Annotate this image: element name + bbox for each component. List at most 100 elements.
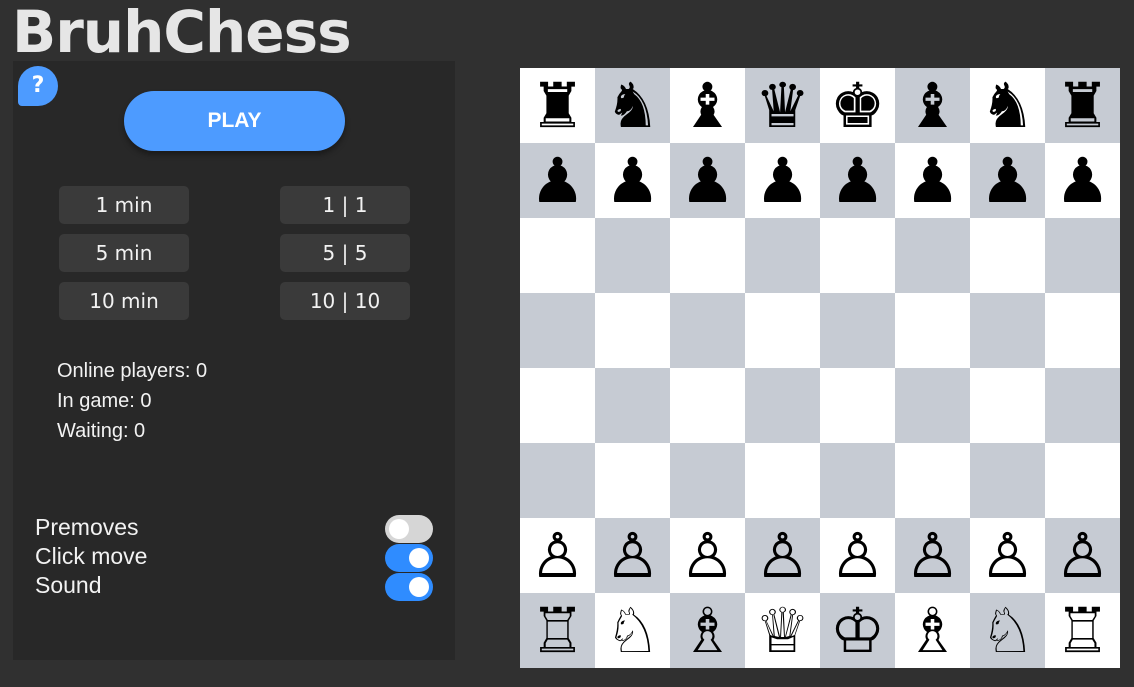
- square-c8[interactable]: ♝: [670, 68, 745, 143]
- square-a3[interactable]: [520, 443, 595, 518]
- square-a2[interactable]: ♙: [520, 518, 595, 593]
- square-f8[interactable]: ♝: [895, 68, 970, 143]
- square-c4[interactable]: [670, 368, 745, 443]
- white-queen-icon[interactable]: ♕: [745, 593, 820, 668]
- square-h2[interactable]: ♙: [1045, 518, 1120, 593]
- square-g8[interactable]: ♞: [970, 68, 1045, 143]
- black-rook-icon[interactable]: ♜: [1045, 68, 1120, 143]
- square-g3[interactable]: [970, 443, 1045, 518]
- white-pawn-icon[interactable]: ♙: [895, 518, 970, 593]
- square-h6[interactable]: [1045, 218, 1120, 293]
- black-bishop-icon[interactable]: ♝: [895, 68, 970, 143]
- play-button[interactable]: PLAY: [124, 91, 345, 151]
- white-pawn-icon[interactable]: ♙: [1045, 518, 1120, 593]
- square-g7[interactable]: ♟: [970, 143, 1045, 218]
- square-d3[interactable]: [745, 443, 820, 518]
- black-rook-icon[interactable]: ♜: [520, 68, 595, 143]
- square-a7[interactable]: ♟: [520, 143, 595, 218]
- black-pawn-icon[interactable]: ♟: [895, 143, 970, 218]
- square-g5[interactable]: [970, 293, 1045, 368]
- square-g2[interactable]: ♙: [970, 518, 1045, 593]
- square-a1[interactable]: ♖: [520, 593, 595, 668]
- square-d8[interactable]: ♛: [745, 68, 820, 143]
- square-h4[interactable]: [1045, 368, 1120, 443]
- black-pawn-icon[interactable]: ♟: [820, 143, 895, 218]
- black-bishop-icon[interactable]: ♝: [670, 68, 745, 143]
- square-e6[interactable]: [820, 218, 895, 293]
- white-knight-icon[interactable]: ♘: [970, 593, 1045, 668]
- square-h8[interactable]: ♜: [1045, 68, 1120, 143]
- white-knight-icon[interactable]: ♘: [595, 593, 670, 668]
- square-c7[interactable]: ♟: [670, 143, 745, 218]
- square-a4[interactable]: [520, 368, 595, 443]
- square-e2[interactable]: ♙: [820, 518, 895, 593]
- square-f2[interactable]: ♙: [895, 518, 970, 593]
- sound-toggle[interactable]: [385, 573, 433, 601]
- white-bishop-icon[interactable]: ♗: [895, 593, 970, 668]
- white-pawn-icon[interactable]: ♙: [670, 518, 745, 593]
- square-h3[interactable]: [1045, 443, 1120, 518]
- time-control-1-1-button[interactable]: 1 | 1: [280, 186, 410, 224]
- square-b6[interactable]: [595, 218, 670, 293]
- black-queen-icon[interactable]: ♛: [745, 68, 820, 143]
- square-e4[interactable]: [820, 368, 895, 443]
- black-pawn-icon[interactable]: ♟: [970, 143, 1045, 218]
- square-f3[interactable]: [895, 443, 970, 518]
- square-f1[interactable]: ♗: [895, 593, 970, 668]
- square-b2[interactable]: ♙: [595, 518, 670, 593]
- square-d5[interactable]: [745, 293, 820, 368]
- square-e3[interactable]: [820, 443, 895, 518]
- click-move-toggle[interactable]: [385, 544, 433, 572]
- square-e5[interactable]: [820, 293, 895, 368]
- square-h1[interactable]: ♖: [1045, 593, 1120, 668]
- square-a8[interactable]: ♜: [520, 68, 595, 143]
- square-a6[interactable]: [520, 218, 595, 293]
- square-f4[interactable]: [895, 368, 970, 443]
- white-pawn-icon[interactable]: ♙: [970, 518, 1045, 593]
- square-b1[interactable]: ♘: [595, 593, 670, 668]
- square-c5[interactable]: [670, 293, 745, 368]
- help-button[interactable]: ?: [18, 66, 58, 106]
- square-d2[interactable]: ♙: [745, 518, 820, 593]
- black-pawn-icon[interactable]: ♟: [1045, 143, 1120, 218]
- black-pawn-icon[interactable]: ♟: [745, 143, 820, 218]
- square-h7[interactable]: ♟: [1045, 143, 1120, 218]
- white-pawn-icon[interactable]: ♙: [520, 518, 595, 593]
- square-e8[interactable]: ♚: [820, 68, 895, 143]
- premoves-toggle[interactable]: [385, 515, 433, 543]
- white-bishop-icon[interactable]: ♗: [670, 593, 745, 668]
- white-rook-icon[interactable]: ♖: [1045, 593, 1120, 668]
- square-g6[interactable]: [970, 218, 1045, 293]
- square-f6[interactable]: [895, 218, 970, 293]
- square-g4[interactable]: [970, 368, 1045, 443]
- square-b3[interactable]: [595, 443, 670, 518]
- black-knight-icon[interactable]: ♞: [970, 68, 1045, 143]
- square-c3[interactable]: [670, 443, 745, 518]
- square-b7[interactable]: ♟: [595, 143, 670, 218]
- time-control-5-5-button[interactable]: 5 | 5: [280, 234, 410, 272]
- square-f7[interactable]: ♟: [895, 143, 970, 218]
- white-rook-icon[interactable]: ♖: [520, 593, 595, 668]
- black-pawn-icon[interactable]: ♟: [595, 143, 670, 218]
- square-f5[interactable]: [895, 293, 970, 368]
- square-h5[interactable]: [1045, 293, 1120, 368]
- square-c6[interactable]: [670, 218, 745, 293]
- black-pawn-icon[interactable]: ♟: [670, 143, 745, 218]
- black-pawn-icon[interactable]: ♟: [520, 143, 595, 218]
- time-control-10-10-button[interactable]: 10 | 10: [280, 282, 410, 320]
- square-b4[interactable]: [595, 368, 670, 443]
- white-pawn-icon[interactable]: ♙: [820, 518, 895, 593]
- square-g1[interactable]: ♘: [970, 593, 1045, 668]
- time-control-10min-button[interactable]: 10 min: [59, 282, 189, 320]
- square-d4[interactable]: [745, 368, 820, 443]
- square-b5[interactable]: [595, 293, 670, 368]
- square-d7[interactable]: ♟: [745, 143, 820, 218]
- square-b8[interactable]: ♞: [595, 68, 670, 143]
- black-knight-icon[interactable]: ♞: [595, 68, 670, 143]
- white-king-icon[interactable]: ♔: [820, 593, 895, 668]
- square-e7[interactable]: ♟: [820, 143, 895, 218]
- black-king-icon[interactable]: ♚: [820, 68, 895, 143]
- time-control-1min-button[interactable]: 1 min: [59, 186, 189, 224]
- white-pawn-icon[interactable]: ♙: [745, 518, 820, 593]
- time-control-5min-button[interactable]: 5 min: [59, 234, 189, 272]
